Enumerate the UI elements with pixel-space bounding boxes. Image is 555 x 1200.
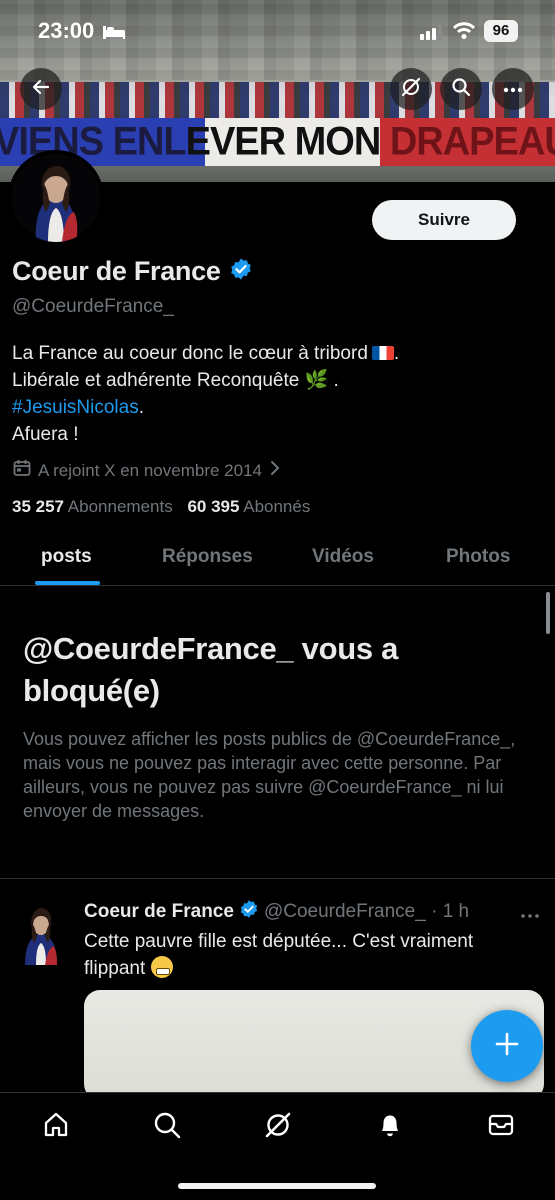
tab-photos[interactable]: Photos: [446, 546, 510, 568]
wifi-icon: [452, 21, 476, 46]
verified-badge-icon: [239, 899, 259, 925]
search-icon: [152, 1110, 182, 1145]
chevron-right-icon: [270, 460, 280, 481]
tab-videos[interactable]: Vidéos: [312, 546, 374, 568]
scrollbar[interactable]: [546, 592, 550, 634]
bio-line-1: La France au coeur donc le cœur à tribor…: [12, 343, 368, 364]
more-icon: [520, 906, 540, 923]
search-button[interactable]: [440, 68, 482, 110]
follow-counts: 35 257 Abonnements 60 395 Abonnés: [12, 497, 310, 517]
compose-button[interactable]: [471, 1010, 543, 1082]
bottom-navigation: [0, 1092, 555, 1200]
post-handle-time: @CoeurdeFrance_ · 1 h: [263, 901, 470, 922]
post-author[interactable]: Coeur de France: [84, 901, 234, 923]
calendar-icon: [12, 458, 32, 483]
nav-messages[interactable]: [485, 1111, 517, 1143]
nav-notifications[interactable]: [374, 1111, 406, 1143]
grimacing-face-icon: [150, 956, 173, 978]
nav-home[interactable]: [40, 1111, 72, 1143]
profile-tabs: posts Réponses Vidéos Photos: [0, 530, 555, 586]
home-indicator[interactable]: [178, 1183, 376, 1189]
profile-bio: La France au coeur donc le cœur à tribor…: [12, 340, 542, 448]
nav-search[interactable]: [151, 1111, 183, 1143]
back-button[interactable]: [20, 68, 62, 110]
divider: [0, 878, 555, 879]
bio-line-2: Libérale et adhérente Reconquête 🌿 .: [12, 370, 339, 391]
search-icon: [451, 77, 471, 102]
cellular-signal-icon: [420, 24, 444, 45]
joined-text: A rejoint X en novembre 2014: [38, 460, 262, 480]
nav-grok[interactable]: [262, 1111, 294, 1143]
notifications-icon: [375, 1110, 405, 1145]
home-icon: [41, 1110, 71, 1145]
bio-hashtag-link[interactable]: #JesuisNicolas: [12, 397, 139, 418]
more-options-button[interactable]: [492, 68, 534, 110]
follow-button[interactable]: Suivre: [372, 200, 516, 240]
plus-icon: [494, 1031, 520, 1062]
more-icon: [503, 80, 523, 98]
blocked-title: @CoeurdeFrance_ vous a bloqué(e): [23, 631, 399, 708]
messages-icon: [486, 1110, 516, 1145]
french-flag-icon: [371, 346, 394, 360]
back-arrow-icon: [31, 77, 51, 102]
post-text: Cette pauvre fille est députée... C'est …: [84, 931, 474, 979]
bio-line-4: Afuera !: [12, 424, 79, 445]
status-time: 23:00: [38, 18, 95, 43]
battery-indicator: 96: [484, 20, 518, 42]
tab-replies[interactable]: Réponses: [162, 546, 253, 568]
tab-posts[interactable]: posts: [41, 546, 92, 568]
joined-date[interactable]: A rejoint X en novembre 2014: [12, 458, 280, 483]
sleep-focus-icon: [102, 24, 126, 45]
status-bar: 23:00 96: [0, 14, 555, 50]
post-more-button[interactable]: [520, 906, 540, 924]
following-link[interactable]: 35 257 Abonnements: [12, 497, 173, 516]
grok-icon: [400, 76, 422, 103]
blocked-description: Vous pouvez afficher les posts publics d…: [23, 729, 516, 821]
profile-handle: @CoeurdeFrance_: [12, 296, 174, 317]
active-tab-indicator: [35, 581, 100, 585]
profile-avatar[interactable]: [8, 150, 104, 246]
profile-display-name: Coeur de France: [12, 256, 221, 286]
grok-icon: [263, 1110, 293, 1145]
post-header: Coeur de France @CoeurdeFrance_ · 1 h: [84, 899, 469, 925]
profile-name-row: Coeur de France: [12, 256, 253, 287]
grok-button[interactable]: [390, 68, 432, 110]
post-avatar[interactable]: [17, 901, 65, 965]
followers-link[interactable]: 60 395 Abonnés: [187, 497, 310, 516]
verified-badge-icon: [229, 257, 253, 286]
